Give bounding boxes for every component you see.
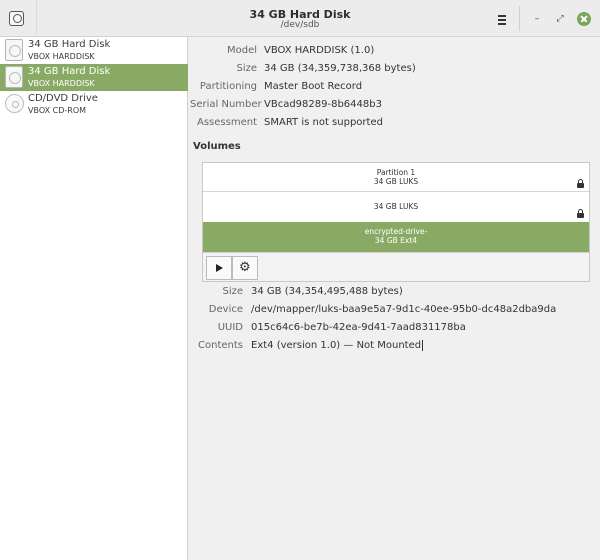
volumes-heading: Volumes bbox=[193, 141, 241, 152]
device-name: 34 GB Hard Disk bbox=[28, 66, 111, 77]
contents-label: Contents bbox=[198, 340, 243, 351]
model-label: Model bbox=[226, 45, 257, 56]
volume-name: encrypted-drive- bbox=[364, 227, 428, 236]
model-value: VBOX HARDDISK (1.0) bbox=[264, 45, 375, 56]
gears-icon: ⚙ bbox=[239, 260, 251, 275]
close-icon[interactable] bbox=[577, 12, 591, 26]
assessment-label: Assessment bbox=[197, 117, 257, 128]
partition-1-block[interactable]: Partition 1 34 GB LUKS bbox=[203, 163, 589, 192]
title-bar: 34 GB Hard Disk /dev/sdb – ⤢ bbox=[0, 0, 600, 37]
partitioning-value: Master Boot Record bbox=[264, 81, 363, 92]
volume-detail: 34 GB Ext4 bbox=[374, 236, 418, 245]
partition-name: Partition 1 bbox=[376, 168, 416, 177]
partition-detail: 34 GB LUKS bbox=[373, 177, 419, 186]
size-label: Size bbox=[236, 63, 257, 74]
device-model: VBOX CD-ROM bbox=[28, 106, 87, 115]
restore-icon[interactable]: ⤢ bbox=[553, 12, 567, 26]
minimize-icon[interactable]: – bbox=[530, 12, 544, 26]
volume-size-label: Size bbox=[222, 286, 243, 297]
device-model: VBOX HARDDISK bbox=[28, 79, 95, 88]
device-list: 34 GB Hard Disk VBOX HARDDISK 34 GB Hard… bbox=[0, 37, 188, 560]
device-model: VBOX HARDDISK bbox=[28, 52, 95, 61]
device-item-hard-disk-1[interactable]: 34 GB Hard Disk VBOX HARDDISK bbox=[0, 37, 188, 64]
size-value: 34 GB (34,359,738,368 bytes) bbox=[264, 63, 416, 74]
device-name: 34 GB Hard Disk bbox=[28, 39, 111, 50]
volumes-map: Partition 1 34 GB LUKS 34 GB LUKS encryp… bbox=[202, 162, 590, 282]
hamburger-menu-icon[interactable] bbox=[493, 10, 511, 28]
uuid-label: UUID bbox=[217, 322, 243, 333]
partitioning-label: Partitioning bbox=[199, 81, 257, 92]
encrypted-filesystem-block[interactable]: encrypted-drive- 34 GB Ext4 bbox=[203, 222, 589, 252]
hard-disk-icon bbox=[5, 39, 23, 61]
device-item-cd-dvd[interactable]: CD/DVD Drive VBOX CD-ROM bbox=[0, 91, 188, 118]
lock-icon bbox=[577, 179, 584, 188]
hard-disk-icon bbox=[5, 66, 23, 88]
volume-size-value: 34 GB (34,354,495,488 bytes) bbox=[251, 286, 403, 297]
play-icon bbox=[216, 264, 223, 272]
device-value: /dev/mapper/luks-baa9e5a7-9d1c-40ee-95b0… bbox=[251, 304, 557, 315]
device-label: Device bbox=[208, 304, 243, 315]
device-name: CD/DVD Drive bbox=[28, 93, 98, 104]
mount-button[interactable] bbox=[206, 256, 232, 280]
serial-value: VBcad98289-8b6448b3 bbox=[264, 99, 382, 110]
uuid-value: 015c64c6-be7b-42ea-9d41-7aad831178ba bbox=[251, 322, 466, 333]
contents-value: Ext4 (version 1.0) — Not Mounted bbox=[251, 340, 424, 351]
luks-detail: 34 GB LUKS bbox=[373, 202, 419, 211]
optical-drive-icon bbox=[5, 94, 24, 113]
serial-label: Serial Number bbox=[190, 99, 262, 110]
title-separator bbox=[519, 6, 520, 31]
assessment-value: SMART is not supported bbox=[264, 117, 383, 128]
luks-block[interactable]: 34 GB LUKS bbox=[203, 192, 589, 222]
volume-toolbar: ⚙ bbox=[203, 252, 589, 281]
device-item-hard-disk-2[interactable]: 34 GB Hard Disk VBOX HARDDISK bbox=[0, 64, 188, 91]
volume-settings-button[interactable]: ⚙ bbox=[232, 256, 258, 280]
lock-icon bbox=[577, 209, 584, 218]
